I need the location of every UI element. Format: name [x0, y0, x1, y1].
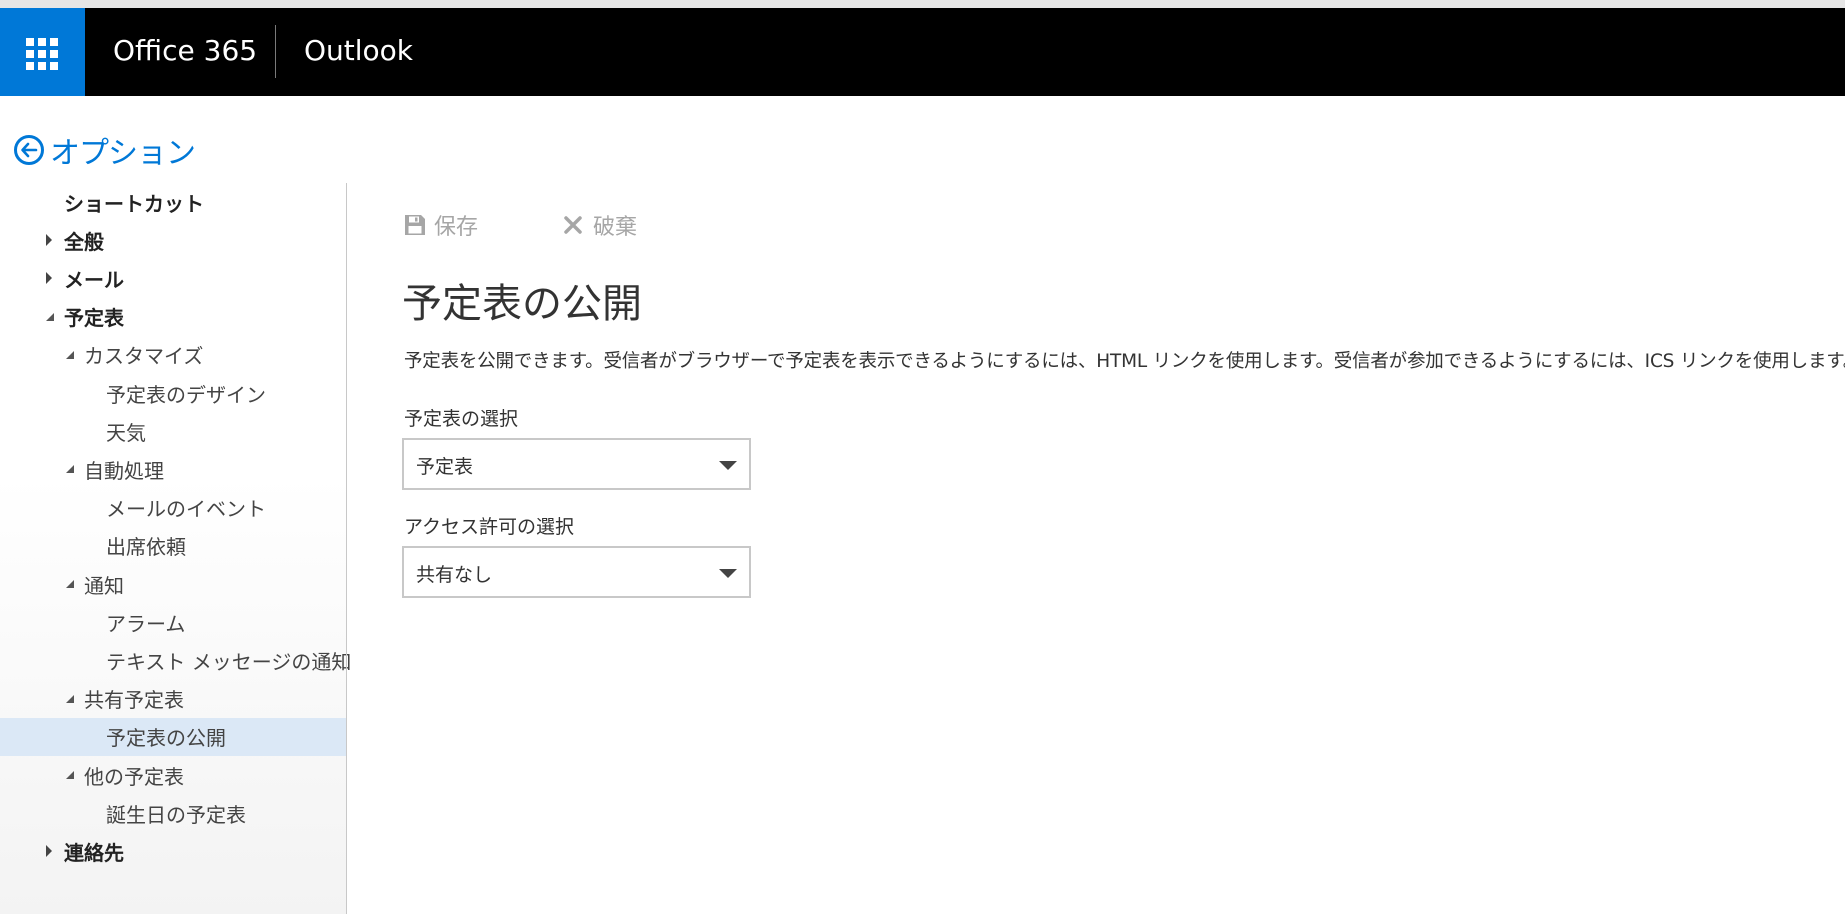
- expand-triangle-icon[interactable]: [46, 234, 52, 247]
- nav-item[interactable]: 全般: [0, 221, 346, 259]
- nav-item[interactable]: 他の予定表: [0, 756, 346, 794]
- nav-item-label: 通知: [84, 573, 124, 598]
- collapse-triangle-icon[interactable]: [66, 350, 74, 359]
- nav-item-label: 出席依頼: [106, 535, 186, 560]
- header-divider: [275, 25, 276, 78]
- nav-item[interactable]: 予定表の公開: [0, 717, 346, 756]
- calendar-select[interactable]: 予定表: [402, 438, 751, 490]
- chevron-down-icon: [719, 461, 737, 470]
- nav-item-label: 誕生日の予定表: [106, 802, 246, 827]
- close-icon: [564, 216, 582, 234]
- collapse-triangle-icon[interactable]: [66, 771, 74, 779]
- expand-triangle-icon[interactable]: [46, 845, 52, 858]
- nav-item-label: 自動処理: [84, 458, 164, 483]
- app-header: Office 365 Outlook: [0, 8, 1845, 96]
- nav-item[interactable]: カスタマイズ: [0, 336, 346, 374]
- discard-button[interactable]: 破棄: [563, 207, 637, 243]
- nav-item-label: 共有予定表: [84, 688, 184, 713]
- nav-item-label: ショートカット: [64, 191, 204, 216]
- back-arrow-icon: [14, 135, 44, 165]
- nav-item-label: テキスト メッセージの通知: [106, 649, 352, 674]
- nav-item[interactable]: メールのイベント: [0, 489, 346, 527]
- nav-item-label: 予定表: [64, 306, 124, 331]
- nav-item-label: カスタマイズ: [84, 344, 204, 369]
- nav-item[interactable]: 予定表のデザイン: [0, 374, 346, 412]
- calendar-select-value: 予定表: [416, 456, 474, 478]
- save-button[interactable]: 保存: [404, 207, 478, 243]
- nav-item[interactable]: 天気: [0, 412, 346, 450]
- brand-link[interactable]: Office 365: [113, 34, 257, 67]
- nav-item-label: 全般: [64, 229, 104, 254]
- permission-select-value: 共有なし: [416, 564, 493, 586]
- nav-item-label: 連絡先: [64, 840, 124, 865]
- expand-triangle-icon[interactable]: [46, 272, 52, 285]
- nav-item[interactable]: 誕生日の予定表: [0, 794, 346, 832]
- nav-item[interactable]: 共有予定表: [0, 680, 346, 718]
- nav-item[interactable]: 通知: [0, 565, 346, 603]
- options-nav: ショートカット 全般メール予定表カスタマイズ予定表のデザイン 天気自動処理メールのイ…: [0, 183, 351, 914]
- chevron-down-icon: [719, 569, 737, 578]
- app-launcher-button[interactable]: [0, 8, 85, 96]
- nav-item-label: 予定表の公開: [106, 726, 226, 751]
- collapse-triangle-icon[interactable]: [66, 580, 74, 588]
- discard-label: 破棄: [593, 215, 638, 240]
- nav-item[interactable]: 予定表: [0, 298, 346, 336]
- nav-item[interactable]: テキスト メッセージの通知: [0, 641, 351, 679]
- nav-item-label: 他の予定表: [84, 764, 184, 789]
- nav-item-label: メールのイベント: [106, 497, 266, 522]
- page-title: 予定表の公開: [402, 281, 642, 327]
- collapse-triangle-icon[interactable]: [66, 694, 74, 703]
- nav-item[interactable]: 自動処理: [0, 450, 346, 488]
- nav-item[interactable]: 出席依頼: [0, 527, 346, 565]
- back-to-options[interactable]: オプション: [14, 130, 196, 171]
- nav-item-label: 予定表のデザイン: [106, 382, 266, 407]
- nav-item-label: アラーム: [106, 611, 186, 636]
- permission-select[interactable]: 共有なし: [402, 546, 751, 598]
- save-label: 保存: [434, 215, 479, 240]
- nav-item[interactable]: 連絡先: [0, 832, 346, 870]
- nav-item-label: 天気: [106, 420, 146, 445]
- waffle-icon: [26, 38, 58, 70]
- save-icon: [405, 215, 425, 235]
- calendar-select-label: 予定表の選択: [404, 408, 519, 430]
- main-pane: 保存 破棄 予定表の公開 予定表を公開できます。受信者がブラウザーで予定表を表示…: [347, 183, 1845, 914]
- collapse-triangle-icon[interactable]: [46, 312, 54, 321]
- collapse-triangle-icon[interactable]: [66, 465, 74, 474]
- options-title: オプション: [50, 136, 196, 171]
- top-strip: [0, 0, 1845, 8]
- nav-item[interactable]: ショートカット: [0, 183, 346, 221]
- nav-item[interactable]: アラーム: [0, 603, 346, 641]
- app-name[interactable]: Outlook: [304, 34, 413, 67]
- page-description: 予定表を公開できます。受信者がブラウザーで予定表を表示できるようにするには、HT…: [404, 351, 1845, 372]
- nav-item[interactable]: メール: [0, 259, 346, 297]
- nav-item-label: メール: [64, 267, 124, 292]
- permission-select-label: アクセス許可の選択: [404, 516, 575, 538]
